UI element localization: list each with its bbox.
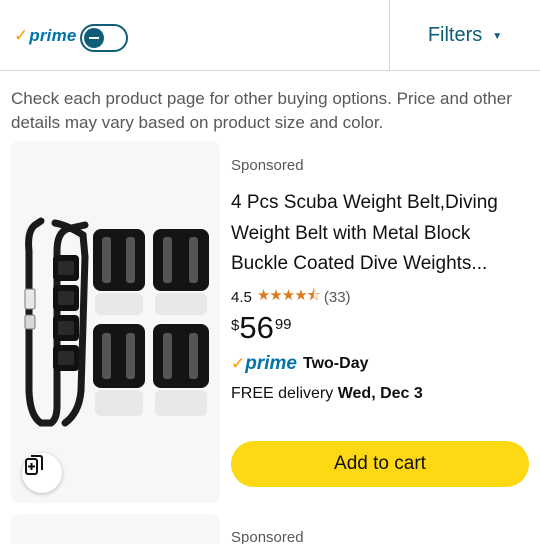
product-photo [24,217,209,427]
next-product-image[interactable] [11,514,220,544]
price-fraction: 99 [274,316,292,333]
rating-value: 4.5 [231,289,252,306]
filters-button[interactable]: Filters ▼ [390,0,540,70]
sponsored-label: Sponsored [231,157,304,174]
prime-check-icon: ✓ [14,26,29,45]
filters-label: Filters [427,23,483,46]
price-symbol: $ [231,317,240,334]
caret-down-icon: ▼ [492,30,503,42]
price: $ 56 99 [231,311,292,345]
compare-add-button[interactable] [22,453,62,493]
toggle-knob-icon [84,28,104,48]
delivery-info: FREE delivery Wed, Dec 3 [231,385,423,403]
delivery-prefix: FREE delivery [231,385,338,402]
prime-logo-text: prime [245,353,297,374]
product-title[interactable]: 4 Pcs Scuba Weight Belt,Diving Weight Be… [231,188,531,280]
star-rating-icon: ★★★★⯪ [256,287,321,304]
prime-filter-toggle[interactable] [80,24,128,52]
next-sponsored-label: Sponsored [231,529,304,544]
product-image[interactable] [11,141,220,503]
delivery-date: Wed, Dec 3 [337,385,423,402]
rating-count: (33) [323,289,351,306]
prime-speed: Two-Day [303,355,369,372]
rating-row[interactable]: 4.5 ★★★★⯪ (33) [231,285,351,310]
add-to-cart-button[interactable]: Add to cart [231,441,529,487]
compare-add-icon [25,455,43,475]
prime-logo-text: prime [29,26,77,45]
prime-check-icon: ✓ [231,354,246,373]
prime-delivery-badge: ✓ prime Two-Day [231,353,368,375]
prime-logo: ✓ prime [14,26,77,46]
top-bar: ✓ prime Filters ▼ [0,0,540,71]
buying-options-notice: Check each product page for other buying… [11,89,512,132]
price-whole: 56 [239,310,274,345]
